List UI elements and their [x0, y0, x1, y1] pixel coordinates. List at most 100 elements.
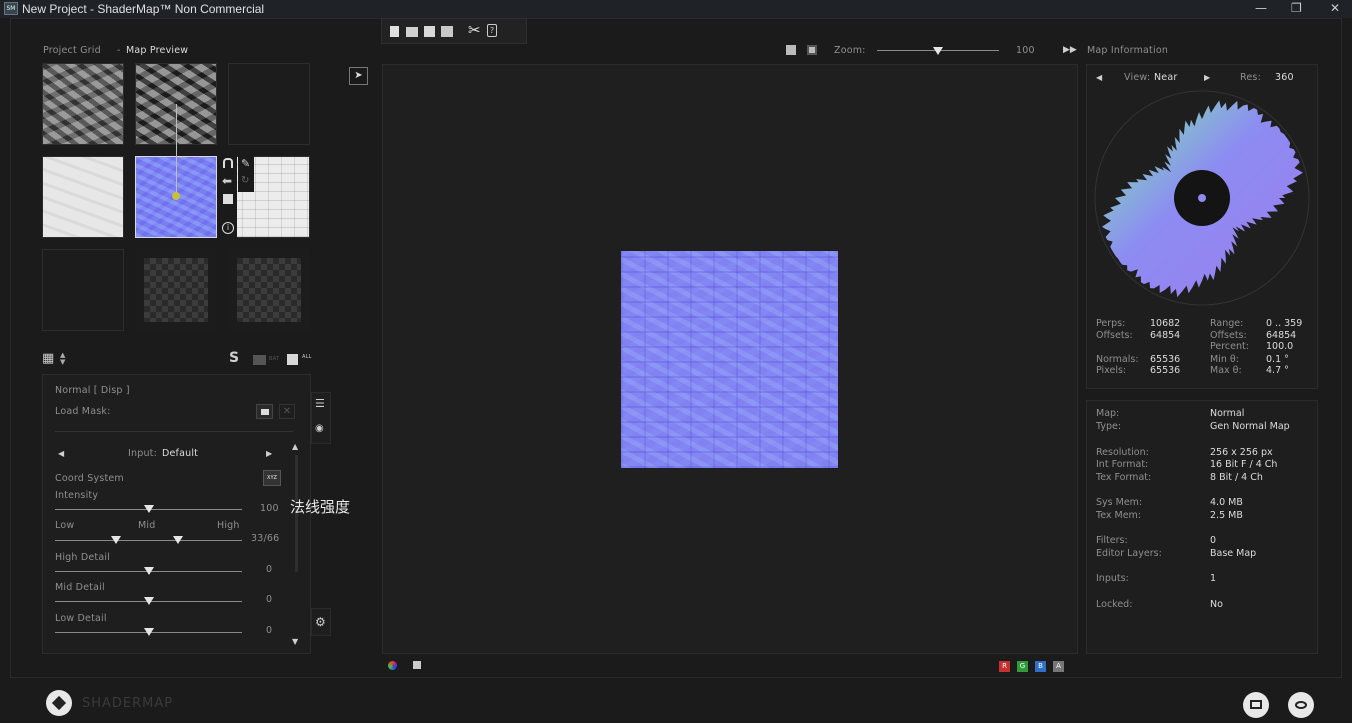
- fast-forward-icon[interactable]: ▶▶: [1063, 44, 1077, 56]
- detail-value: 16 Bit F / 4 Ch: [1210, 459, 1278, 470]
- save-icon[interactable]: [424, 26, 435, 37]
- map-thumb-displacement[interactable]: [42, 63, 124, 145]
- range-value: 33/66: [251, 533, 280, 544]
- mid-detail-knob[interactable]: [144, 597, 154, 605]
- top-toolbar: ✂ ?: [381, 18, 527, 44]
- input-prev-button[interactable]: ◀: [58, 448, 64, 460]
- scroll-down-icon[interactable]: ▼: [292, 636, 298, 648]
- map-slot-transparent[interactable]: [228, 249, 310, 331]
- window-title: New Project - ShaderMap™ Non Commercial: [22, 2, 265, 16]
- map-viewport[interactable]: [382, 64, 1078, 654]
- stat-value: 10682: [1150, 318, 1181, 329]
- close-button[interactable]: ✕: [1330, 1, 1340, 15]
- shader-icon[interactable]: S: [229, 351, 239, 365]
- open-folder-icon[interactable]: [406, 27, 418, 37]
- eye-glyph: [1295, 701, 1307, 709]
- zoom-slider-knob[interactable]: [933, 47, 943, 55]
- detail-label: Type:: [1096, 421, 1122, 432]
- arrow-left-icon[interactable]: ⬅: [222, 175, 232, 187]
- title-bar: SM New Project - ShaderMap™ Non Commerci…: [0, 0, 1352, 18]
- breadcrumb-project-grid[interactable]: Project Grid: [43, 45, 101, 56]
- mid-label: Mid: [138, 520, 156, 531]
- grid-icon[interactable]: ▦: [42, 352, 54, 365]
- stat-value: 100.0: [1266, 341, 1294, 352]
- gear-icon[interactable]: ⚙: [315, 616, 326, 628]
- eye-toggle-icon[interactable]: [1288, 692, 1314, 718]
- stat-label: Normals:: [1096, 353, 1139, 365]
- tools-icon[interactable]: ✂: [468, 23, 481, 38]
- coord-system-button[interactable]: XYZ: [263, 470, 281, 486]
- map-slot-empty[interactable]: [42, 249, 124, 331]
- map-slot-transparent[interactable]: [135, 249, 217, 331]
- color-sphere-icon[interactable]: [388, 661, 397, 670]
- footer-brand: SHADERMAP: [82, 696, 174, 711]
- detail-label: Map:: [1096, 408, 1120, 419]
- clear-mask-button[interactable]: ✕: [279, 404, 295, 419]
- save-all-icon[interactable]: [287, 354, 298, 365]
- new-file-icon[interactable]: [390, 26, 399, 37]
- sort-arrows-icon[interactable]: ▲ ▼: [60, 352, 65, 366]
- channel-b-button[interactable]: B: [1035, 661, 1046, 672]
- high-detail-knob[interactable]: [144, 567, 154, 575]
- maximize-button[interactable]: ❐: [1291, 1, 1302, 15]
- select-tool-icon[interactable]: ➤: [349, 67, 368, 85]
- range-high-knob[interactable]: [173, 536, 183, 544]
- breadcrumb-separator: -: [117, 45, 121, 56]
- save-all-label: ALL: [302, 354, 312, 360]
- map-thumb-specular[interactable]: [42, 156, 124, 238]
- map-information-header: Map Information: [1087, 45, 1169, 56]
- coord-system-label: Coord System: [55, 473, 124, 484]
- low-detail-value: 0: [266, 625, 273, 636]
- res-value: 360: [1275, 72, 1294, 83]
- range-low-knob[interactable]: [111, 536, 121, 544]
- layout-toggle-icon[interactable]: [1243, 692, 1269, 718]
- channel-g-button[interactable]: G: [1017, 661, 1028, 672]
- adjust-sliders-icon[interactable]: ☰: [315, 398, 325, 410]
- breadcrumb-map-preview[interactable]: Map Preview: [126, 45, 188, 56]
- view-mode-icon-1[interactable]: [786, 45, 796, 55]
- map-slot-empty[interactable]: [228, 63, 310, 145]
- normal-map-preview: [621, 251, 838, 468]
- lock-icon[interactable]: [223, 158, 233, 168]
- load-mask-open-button[interactable]: [256, 404, 273, 419]
- intensity-label: Intensity: [55, 490, 99, 501]
- input-next-button[interactable]: ▶: [266, 448, 272, 460]
- pencil-icon[interactable]: ✎: [241, 158, 250, 170]
- stat-label: Offsets:: [1210, 329, 1247, 341]
- detail-label: Sys Mem:: [1096, 497, 1143, 508]
- thumb-tools-2: ✎ ↻: [238, 156, 254, 192]
- view-value: Near: [1154, 72, 1178, 83]
- low-detail-knob[interactable]: [144, 628, 154, 636]
- lock-icon[interactable]: [413, 661, 421, 669]
- detail-label: Editor Layers:: [1096, 548, 1162, 559]
- save-as-icon[interactable]: [441, 26, 453, 37]
- frequency-range-slider[interactable]: [55, 540, 242, 541]
- app-icon: SM: [4, 2, 18, 15]
- detail-value: No: [1210, 599, 1223, 610]
- detail-value: Base Map: [1210, 548, 1257, 559]
- save-icon[interactable]: [223, 194, 233, 204]
- intensity-value: 100: [260, 503, 279, 514]
- scroll-up-icon[interactable]: ▲: [292, 441, 298, 453]
- view-next-button[interactable]: ▶: [1204, 72, 1210, 84]
- detail-label: Filters:: [1096, 535, 1128, 546]
- minimize-button[interactable]: —: [1255, 1, 1267, 15]
- info-icon[interactable]: i: [222, 222, 234, 234]
- view-mode-icon-2[interactable]: [807, 45, 817, 55]
- stat-value: 64854: [1150, 329, 1181, 341]
- folder-icon[interactable]: [253, 355, 266, 365]
- link-node[interactable]: [172, 192, 180, 200]
- channel-a-button[interactable]: A: [1053, 661, 1064, 672]
- channel-r-button[interactable]: R: [999, 661, 1010, 672]
- detail-value: Normal: [1210, 408, 1245, 419]
- zoom-value: 100: [1016, 45, 1035, 56]
- refresh-icon[interactable]: ↻: [241, 175, 249, 187]
- intensity-slider-knob[interactable]: [143, 505, 154, 513]
- help-icon[interactable]: ?: [487, 24, 497, 37]
- low-label: Low: [55, 520, 75, 531]
- eye-icon[interactable]: ◉: [315, 423, 324, 435]
- view-prev-button[interactable]: ◀: [1096, 72, 1102, 84]
- detail-value: 4.0 MB: [1210, 497, 1243, 508]
- detail-label: Resolution:: [1096, 447, 1149, 458]
- props-side-tabs: ☰ ◉: [311, 392, 331, 444]
